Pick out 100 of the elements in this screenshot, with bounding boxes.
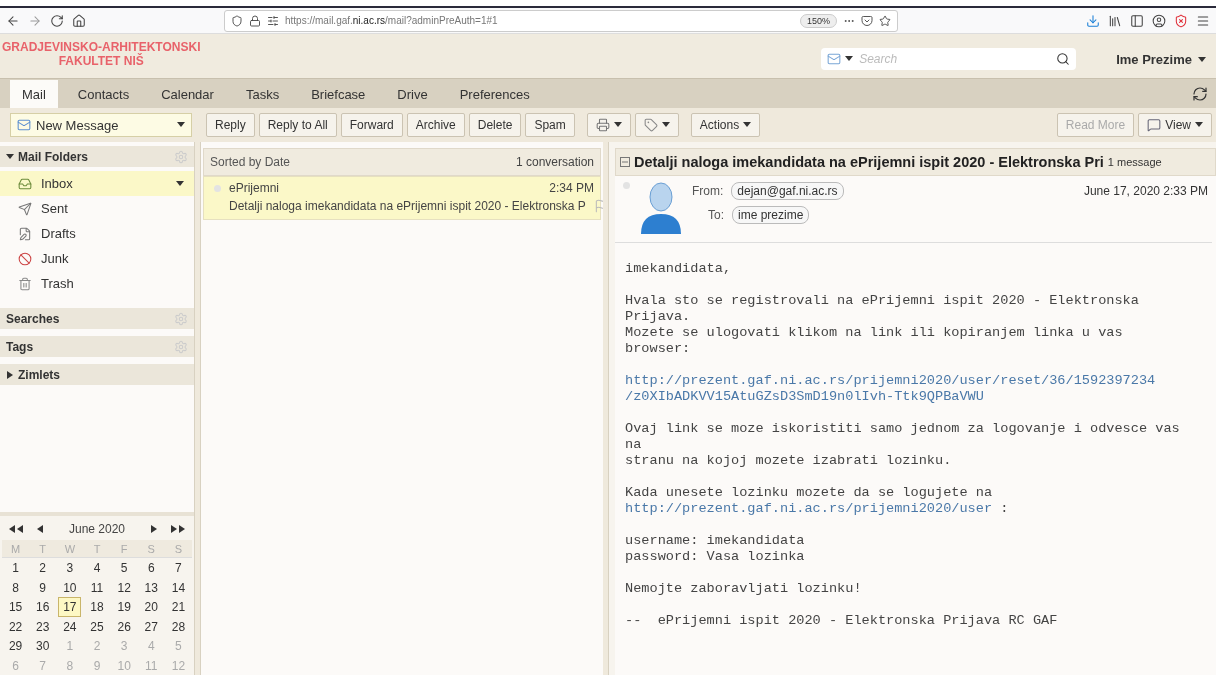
avatar-icon xyxy=(638,182,684,234)
message-link[interactable]: /z0XIbADKVV15AtuGZsD3SmD19n0lIvh-Ttk9QPBaVWU xyxy=(625,389,984,404)
message-link[interactable]: http://prezent.gaf.ni.ac.rs/prijemni2020/user xyxy=(625,501,993,516)
calendar-day[interactable]: 12 xyxy=(112,577,136,597)
calendar-day[interactable]: 25 xyxy=(85,616,109,636)
folder-item[interactable]: Junk xyxy=(0,246,194,271)
app-tab[interactable]: Preferences xyxy=(447,80,542,108)
folder-item[interactable]: Drafts xyxy=(0,221,194,246)
app-tab[interactable]: Contacts xyxy=(65,80,142,108)
calendar-day[interactable]: 19 xyxy=(112,597,136,617)
next-year-icon[interactable] xyxy=(170,525,186,533)
folder-item[interactable]: Inbox xyxy=(0,171,194,196)
app-tab[interactable]: Drive xyxy=(385,80,440,108)
sidebar-icon[interactable] xyxy=(1130,13,1144,28)
conversation-row[interactable]: ePrijemni 2:34 PM Detalji naloga imekandidata na ePrijemni ispit 2020 - Elektronska P xyxy=(203,176,601,220)
calendar-day[interactable]: 23 xyxy=(31,616,55,636)
library-icon[interactable] xyxy=(1108,13,1122,28)
calendar-day[interactable]: 30 xyxy=(31,636,55,656)
calendar-day[interactable]: 2 xyxy=(31,558,55,578)
collapse-icon[interactable] xyxy=(620,157,630,167)
download-icon[interactable] xyxy=(1086,13,1100,28)
message-line: imekandidata, xyxy=(625,261,733,277)
shield-icon[interactable] xyxy=(1174,13,1188,28)
calendar-day[interactable]: 8 xyxy=(4,577,28,597)
user-menu[interactable]: Ime Prezime xyxy=(1116,52,1206,67)
calendar-day[interactable]: 13 xyxy=(139,577,163,597)
menu-icon[interactable] xyxy=(1196,13,1210,28)
app-tab[interactable]: Briefcase xyxy=(299,80,378,108)
section-header[interactable]: Mail Folders xyxy=(0,146,194,167)
toolbar-button[interactable]: Archive xyxy=(406,113,465,137)
toolbar-button[interactable]: Forward xyxy=(340,113,403,137)
actions-menu[interactable]: Actions xyxy=(690,113,761,137)
calendar-day[interactable]: 15 xyxy=(4,597,28,617)
section-header[interactable]: Zimlets xyxy=(0,364,194,385)
zoom-badge[interactable]: 150% xyxy=(799,13,837,28)
tag-icon xyxy=(643,118,658,132)
toolbar-button[interactable]: Reply to All xyxy=(258,113,337,137)
folder-item[interactable]: Sent xyxy=(0,196,194,221)
calendar-day[interactable]: 22 xyxy=(4,616,28,636)
caret-icon xyxy=(1198,55,1206,64)
calendar-day[interactable]: 4 xyxy=(85,558,109,578)
calendar-day[interactable]: 5 xyxy=(112,558,136,578)
app-tab[interactable]: Mail xyxy=(10,80,58,108)
message-link[interactable]: http://prezent.gaf.ni.ac.rs/prijemni2020/user/reset/36/1592397234 xyxy=(625,373,1156,388)
address-pill[interactable]: ime prezime xyxy=(732,206,810,224)
account-icon[interactable] xyxy=(1152,13,1166,28)
search-input[interactable]: Search xyxy=(857,51,1053,67)
calendar-day[interactable]: 10 xyxy=(58,577,82,597)
app-tab[interactable]: Tasks xyxy=(233,80,292,108)
reload-icon[interactable] xyxy=(50,13,64,28)
calendar-day[interactable]: 20 xyxy=(139,597,163,617)
caret-icon xyxy=(661,121,670,129)
calendar-day[interactable]: 16 xyxy=(31,597,55,617)
calendar-day[interactable]: 28 xyxy=(166,616,190,636)
logo-text: GRADJEVINSKO-ARHITEKTONSKI xyxy=(2,40,201,54)
caret-icon xyxy=(177,121,185,129)
pencil-icon xyxy=(18,226,32,241)
message-line: Prijava. xyxy=(625,309,692,325)
caret-icon xyxy=(845,55,854,63)
new-message-button[interactable]: New Message xyxy=(10,113,192,137)
section-header[interactable]: Tags xyxy=(0,336,194,357)
section-header[interactable]: Searches xyxy=(0,308,194,329)
calendar-day[interactable]: 11 xyxy=(85,577,109,597)
view-menu[interactable]: View xyxy=(1138,113,1212,137)
pocket-icon[interactable] xyxy=(861,14,873,27)
message-subject: Detalji naloga imekandidata na ePrijemni ispit 2020 - Elektronska P xyxy=(229,199,586,213)
print-button[interactable] xyxy=(586,113,631,137)
refresh-icon[interactable] xyxy=(1192,85,1208,102)
calendar-day[interactable]: 1 xyxy=(4,558,28,578)
app-tab[interactable]: Calendar xyxy=(149,80,226,108)
status-dot-icon xyxy=(214,184,221,192)
toolbar-button[interactable]: Spam xyxy=(525,113,575,137)
calendar-day[interactable]: 26 xyxy=(112,616,136,636)
calendar-day[interactable]: 9 xyxy=(31,577,55,597)
weekday-label: T xyxy=(29,540,57,558)
tag-button[interactable] xyxy=(634,113,679,137)
message-text: : xyxy=(999,501,1009,516)
calendar-day[interactable]: 3 xyxy=(58,558,82,578)
toolbar-button[interactable]: Reply xyxy=(206,113,255,137)
toolbar-button[interactable]: Delete xyxy=(468,113,522,137)
calendar-day[interactable]: 18 xyxy=(85,597,109,617)
previous-year-icon[interactable] xyxy=(8,525,24,533)
calendar-day[interactable]: 14 xyxy=(166,577,190,597)
calendar-day[interactable]: 7 xyxy=(166,558,190,578)
calendar-day[interactable]: 17 xyxy=(58,597,82,617)
address-pill[interactable]: dejan@gaf.ni.ac.rs xyxy=(731,182,844,200)
calendar-day[interactable]: 21 xyxy=(166,597,190,617)
calendar-day[interactable]: 29 xyxy=(4,636,28,656)
back-icon[interactable] xyxy=(6,13,20,28)
calendar-day[interactable]: 6 xyxy=(139,558,163,578)
search-bar[interactable]: Search xyxy=(821,48,1077,70)
folder-item[interactable]: Trash xyxy=(0,271,194,296)
calendar-day[interactable]: 24 xyxy=(58,616,82,636)
home-icon[interactable] xyxy=(72,13,86,28)
expander-icon xyxy=(6,370,14,379)
address-bar[interactable]: https://mail.gaf.ni.ac.rs/mail?adminPreAuth=1#1 150% xyxy=(224,9,898,32)
calendar-day[interactable]: 27 xyxy=(139,616,163,636)
star-icon[interactable] xyxy=(879,14,891,27)
message-line: na xyxy=(625,437,643,453)
sort-menu[interactable]: Sorted by Date xyxy=(210,155,291,169)
